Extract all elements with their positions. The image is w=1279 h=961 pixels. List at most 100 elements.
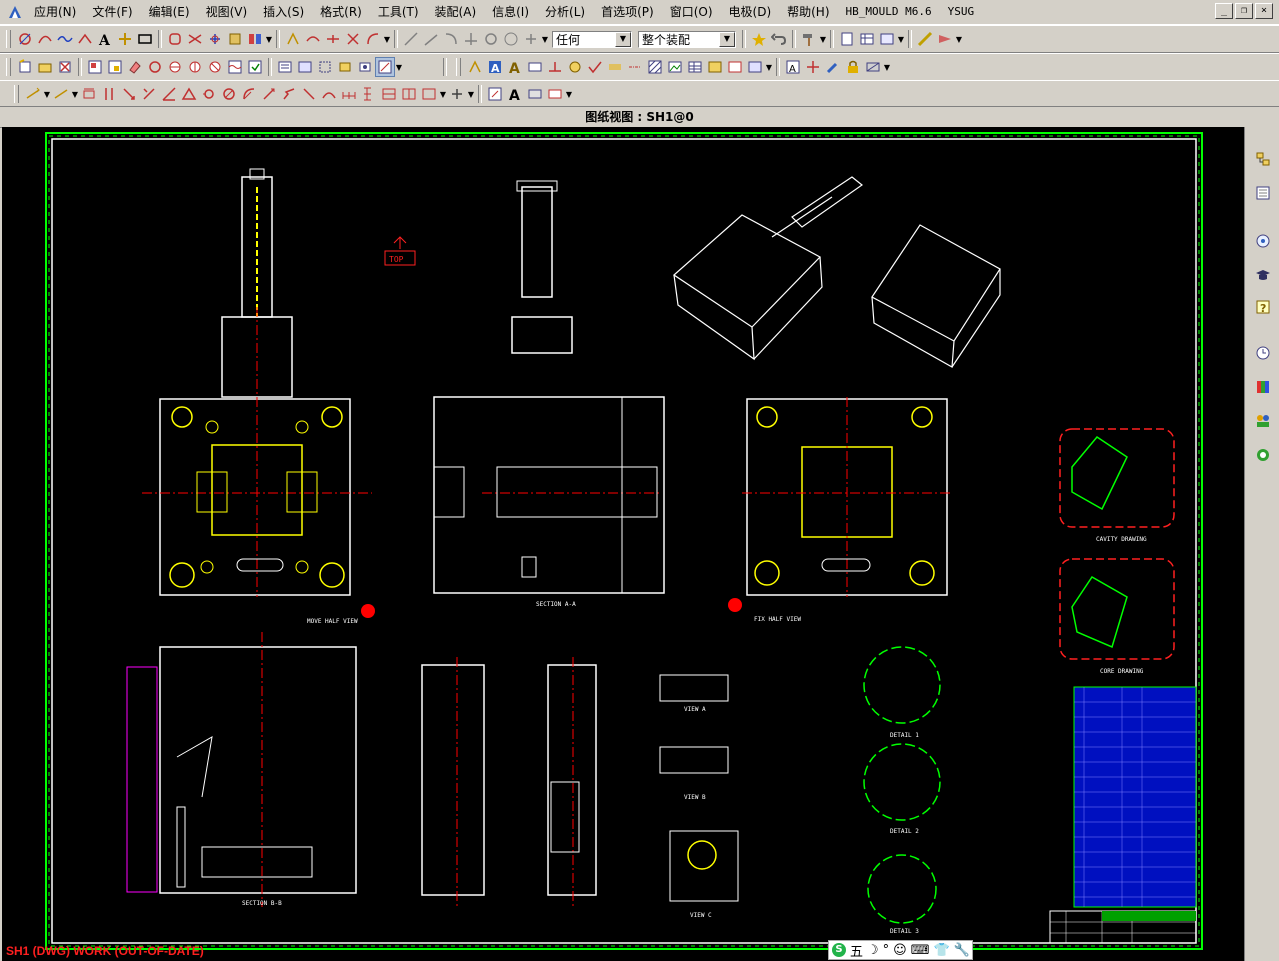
menu-item-view[interactable]: 视图(V): [198, 2, 256, 22]
measure-icon[interactable]: [915, 29, 935, 49]
ime-moon-icon[interactable]: ☽: [867, 943, 879, 958]
half-section-icon[interactable]: [185, 57, 205, 77]
lock-icon[interactable]: [843, 57, 863, 77]
fill-icon[interactable]: [863, 57, 883, 77]
dim-horizontal-chain-icon[interactable]: [339, 84, 359, 104]
circle-icon[interactable]: [501, 29, 521, 49]
toolbar-dropdown-arrow[interactable]: ▼: [71, 90, 79, 99]
detail-view-icon[interactable]: [145, 57, 165, 77]
sheet-list-icon[interactable]: [877, 29, 897, 49]
datum-icon[interactable]: [545, 57, 565, 77]
appended-text-icon[interactable]: A: [505, 84, 525, 104]
toolbar-dropdown-arrow[interactable]: ▼: [467, 90, 475, 99]
dim-horizontal-icon[interactable]: [51, 84, 71, 104]
dim-chamfer-icon[interactable]: [139, 84, 159, 104]
dim-hole-icon[interactable]: [199, 84, 219, 104]
id-symbol-icon[interactable]: [565, 57, 585, 77]
toolbar-dropdown-arrow[interactable]: ▼: [819, 35, 827, 44]
break-view-icon[interactable]: [225, 57, 245, 77]
view-style-icon[interactable]: [295, 57, 315, 77]
restore-button[interactable]: ❐: [1235, 3, 1253, 19]
detail-circle-3[interactable]: [867, 854, 937, 924]
point-icon[interactable]: [115, 29, 135, 49]
edit-annotation-icon[interactable]: A: [783, 57, 803, 77]
weld-icon[interactable]: [605, 57, 625, 77]
label-icon[interactable]: A: [505, 57, 525, 77]
view-display-icon[interactable]: [275, 57, 295, 77]
ime-settings-icon[interactable]: 🔧: [954, 943, 970, 958]
snap-point-icon[interactable]: [283, 29, 303, 49]
dim-perpendicular-icon[interactable]: [119, 84, 139, 104]
delete-sheet-icon[interactable]: [55, 57, 75, 77]
ime-mode-label[interactable]: 五: [850, 941, 863, 960]
assembly-scope-select[interactable]: 整个装配 ▼: [638, 30, 736, 48]
render-icon[interactable]: [935, 29, 955, 49]
dim-thickness-icon[interactable]: [299, 84, 319, 104]
toolbar-dropdown-arrow[interactable]: ▼: [765, 63, 773, 72]
dim-inferred-icon[interactable]: [23, 84, 43, 104]
ime-smiley-icon[interactable]: ☺: [893, 943, 907, 958]
view-boundary-icon[interactable]: [315, 57, 335, 77]
balloon-icon[interactable]: [725, 57, 745, 77]
assembly-navigator-icon[interactable]: [1253, 149, 1273, 169]
dim-radius-icon[interactable]: [239, 84, 259, 104]
new-sheet-icon[interactable]: [15, 57, 35, 77]
text-edit-icon[interactable]: [485, 84, 505, 104]
dim-parallel-icon[interactable]: [99, 84, 119, 104]
snap-arc-icon[interactable]: [363, 29, 383, 49]
curve-point-icon[interactable]: [35, 29, 55, 49]
toolbar-dropdown-arrow[interactable]: ▼: [955, 35, 963, 44]
part-navigator-icon[interactable]: [1253, 183, 1273, 203]
menu-item-help[interactable]: 帮助(H): [779, 2, 837, 22]
show-component-icon[interactable]: [355, 57, 375, 77]
menu-item-tools[interactable]: 工具(T): [370, 2, 427, 22]
ime-logo-icon[interactable]: S: [832, 943, 846, 957]
leader-icon[interactable]: [545, 84, 565, 104]
snap-intersect-icon[interactable]: [343, 29, 363, 49]
menu-item-format[interactable]: 格式(R): [312, 2, 370, 22]
filter-type-select[interactable]: 任何 ▼: [552, 30, 632, 48]
snap-end-icon[interactable]: [303, 29, 323, 49]
menu-item-file[interactable]: 文件(F): [84, 2, 140, 22]
clock-icon[interactable]: [1253, 343, 1273, 363]
menu-item-window[interactable]: 窗口(O): [662, 2, 721, 22]
toolbar-dropdown-arrow[interactable]: ▼: [43, 90, 51, 99]
spline-icon[interactable]: [55, 29, 75, 49]
trim-curve-icon[interactable]: [185, 29, 205, 49]
extrude-icon[interactable]: [165, 29, 185, 49]
sketch-icon[interactable]: [15, 29, 35, 49]
cross-icon[interactable]: [521, 29, 541, 49]
tabular-icon[interactable]: [745, 57, 765, 77]
dim-ordinate-icon[interactable]: [419, 84, 439, 104]
history-icon[interactable]: [1253, 231, 1273, 251]
transform-icon[interactable]: [205, 29, 225, 49]
undo-icon[interactable]: [769, 29, 789, 49]
annotation-icon[interactable]: [465, 57, 485, 77]
perpendicular-icon[interactable]: [461, 29, 481, 49]
update-view-icon[interactable]: [245, 57, 265, 77]
menu-item-edit[interactable]: 编辑(E): [141, 2, 198, 22]
toolbar-dropdown-arrow[interactable]: ▼: [897, 35, 905, 44]
dim-arc-length-icon[interactable]: [319, 84, 339, 104]
toolbar-dropdown-arrow[interactable]: ▼: [565, 90, 573, 99]
table-note-icon[interactable]: [685, 57, 705, 77]
toolbar-grip[interactable]: [14, 85, 19, 103]
minimize-button[interactable]: _: [1215, 3, 1233, 19]
surface-finish-icon[interactable]: [585, 57, 605, 77]
origin-icon[interactable]: [803, 57, 823, 77]
origin-tool-icon[interactable]: [525, 84, 545, 104]
menu-item-ysug[interactable]: YSUG: [940, 2, 983, 22]
dim-vertical-chain-icon[interactable]: [359, 84, 379, 104]
revolved-section-icon[interactable]: [205, 57, 225, 77]
dim-vertical-baseline-icon[interactable]: [399, 84, 419, 104]
menu-item-apply[interactable]: 应用(N): [26, 2, 84, 22]
centerline-icon[interactable]: [625, 57, 645, 77]
toolbar-grip[interactable]: [6, 58, 11, 76]
line-angle-icon[interactable]: [421, 29, 441, 49]
base-view-icon[interactable]: [85, 57, 105, 77]
ime-punct-icon[interactable]: °: [883, 943, 890, 958]
toolbar-grip[interactable]: [456, 58, 461, 76]
edit-curve-icon[interactable]: [225, 29, 245, 49]
ime-toolbar[interactable]: S 五 ☽ ° ☺ ⌨ 👕 🔧: [828, 940, 973, 960]
rectangle-icon[interactable]: [135, 29, 155, 49]
